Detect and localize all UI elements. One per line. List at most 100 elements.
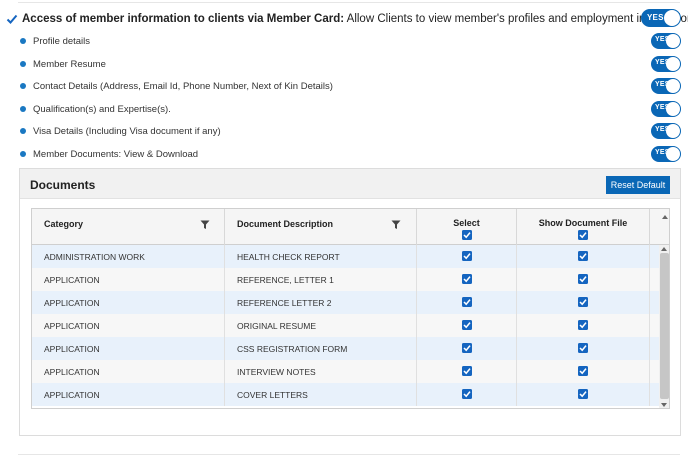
- cell-show-file: [517, 314, 650, 337]
- toggle-member-resume[interactable]: YES: [651, 56, 681, 72]
- table-row[interactable]: APPLICATION COVER LETTERS: [32, 383, 659, 406]
- documents-panel: Documents Reset Default Category Documen…: [19, 168, 681, 436]
- cell-select: [417, 337, 517, 360]
- column-header-label: Select: [453, 218, 480, 228]
- table-row[interactable]: APPLICATION REFERENCE, LETTER 1: [32, 268, 659, 291]
- cell-description: HEALTH CHECK REPORT: [225, 245, 417, 268]
- setting-label: Qualification(s) and Expertise(s).: [33, 103, 171, 115]
- scroll-up-icon[interactable]: [662, 215, 668, 219]
- select-checkbox[interactable]: [461, 251, 472, 261]
- checkmark-icon: [6, 12, 18, 26]
- cell-select: [417, 360, 517, 383]
- cell-description: REFERENCE, LETTER 1: [225, 268, 417, 291]
- toggle-member-documents[interactable]: YES: [651, 146, 681, 162]
- cell-category: APPLICATION: [32, 337, 225, 360]
- setting-label: Profile details: [33, 35, 91, 47]
- column-header-description[interactable]: Document Description: [225, 209, 417, 245]
- bullet-icon: [20, 106, 26, 112]
- documents-grid: Category Document Description Select Sho…: [31, 208, 670, 409]
- bullet-icon: [20, 128, 26, 134]
- description-text: ORIGINAL RESUME: [237, 321, 317, 331]
- table-row[interactable]: APPLICATION CSS REGISTRATION FORM: [32, 337, 659, 360]
- bullet-icon: [20, 151, 26, 157]
- toggle-knob: [666, 102, 680, 116]
- show-file-checkbox[interactable]: [578, 389, 588, 399]
- category-text: APPLICATION: [44, 275, 100, 285]
- cell-select: [417, 314, 517, 337]
- toggle-qualifications[interactable]: YES: [651, 101, 681, 117]
- table-row[interactable]: APPLICATION INTERVIEW NOTES: [32, 360, 659, 383]
- cell-description: COVER LETTERS: [225, 383, 417, 406]
- column-header-label: Show Document File: [538, 218, 628, 228]
- category-text: APPLICATION: [44, 390, 100, 400]
- toggle-knob: [664, 10, 680, 26]
- show-file-all-checkbox[interactable]: [578, 230, 588, 240]
- bullet-icon: [20, 83, 26, 89]
- select-checkbox[interactable]: [461, 343, 472, 353]
- description-text: REFERENCE, LETTER 1: [237, 275, 334, 285]
- select-checkbox[interactable]: [461, 389, 472, 399]
- select-all-checkbox[interactable]: [461, 230, 472, 240]
- select-checkbox[interactable]: [461, 366, 472, 376]
- member-card-access-toggle[interactable]: YES: [641, 9, 681, 27]
- category-text: APPLICATION: [44, 344, 100, 354]
- column-header-show-file: Show Document File: [517, 209, 650, 245]
- select-checkbox[interactable]: [461, 320, 472, 330]
- description-text: HEALTH CHECK REPORT: [237, 252, 340, 262]
- category-text: ADMINISTRATION WORK: [44, 252, 145, 262]
- table-row[interactable]: ADMINISTRATION WORK HEALTH CHECK REPORT: [32, 245, 659, 268]
- column-header-label: Document Description: [237, 219, 334, 229]
- toggle-knob: [666, 124, 680, 138]
- table-row[interactable]: APPLICATION ORIGINAL RESUME: [32, 314, 659, 337]
- column-header-category[interactable]: Category: [32, 209, 225, 245]
- cell-category: ADMINISTRATION WORK: [32, 245, 225, 268]
- select-checkbox[interactable]: [461, 297, 472, 307]
- documents-title: Documents: [30, 178, 96, 192]
- show-file-checkbox[interactable]: [578, 251, 588, 261]
- show-file-checkbox[interactable]: [578, 274, 588, 284]
- column-header-label: Category: [44, 219, 84, 229]
- show-file-checkbox[interactable]: [578, 297, 588, 307]
- toggle-knob: [666, 34, 680, 48]
- bottom-divider: [18, 454, 680, 455]
- show-file-checkbox[interactable]: [578, 366, 588, 376]
- cell-description: ORIGINAL RESUME: [225, 314, 417, 337]
- description-text: REFERENCE LETTER 2: [237, 298, 332, 308]
- setting-contact-details: Contact Details (Address, Email Id, Phon…: [20, 79, 333, 93]
- description-text: COVER LETTERS: [237, 390, 308, 400]
- setting-label: Visa Details (Including Visa document if…: [33, 125, 221, 137]
- cell-category: APPLICATION: [32, 383, 225, 406]
- grid-header: Category Document Description Select Sho…: [32, 209, 659, 245]
- cell-show-file: [517, 245, 650, 268]
- select-checkbox[interactable]: [461, 274, 472, 284]
- top-divider: [18, 2, 680, 3]
- scrollbar-thumb[interactable]: [660, 253, 669, 399]
- setting-member-documents: Member Documents: View & Download: [20, 147, 198, 161]
- filter-icon[interactable]: [200, 220, 210, 230]
- member-card-access-setting: Access of member information to clients …: [6, 10, 688, 28]
- filter-icon[interactable]: [391, 220, 401, 230]
- toggle-knob: [666, 57, 680, 71]
- bullet-icon: [20, 61, 26, 67]
- toggle-knob: [666, 79, 680, 93]
- table-row[interactable]: APPLICATION REFERENCE LETTER 2: [32, 291, 659, 314]
- cell-description: INTERVIEW NOTES: [225, 360, 417, 383]
- reset-default-button[interactable]: Reset Default: [606, 176, 670, 194]
- cell-category: APPLICATION: [32, 360, 225, 383]
- toggle-profile-details[interactable]: YES: [651, 33, 681, 49]
- scroll-down-icon[interactable]: [661, 403, 667, 407]
- setting-label: Contact Details (Address, Email Id, Phon…: [33, 80, 333, 92]
- cell-show-file: [517, 291, 650, 314]
- cell-show-file: [517, 337, 650, 360]
- scroll-up-icon[interactable]: [661, 247, 667, 251]
- show-file-checkbox[interactable]: [578, 343, 588, 353]
- setting-label: Member Documents: View & Download: [33, 148, 199, 160]
- vertical-scrollbar[interactable]: [659, 245, 669, 408]
- setting-label: Member Resume: [33, 58, 106, 70]
- toggle-visa-details[interactable]: YES: [651, 123, 681, 139]
- cell-description: REFERENCE LETTER 2: [225, 291, 417, 314]
- setting-member-resume: Member Resume: [20, 57, 106, 71]
- show-file-checkbox[interactable]: [578, 320, 588, 330]
- toggle-contact-details[interactable]: YES: [651, 78, 681, 94]
- description-text: CSS REGISTRATION FORM: [237, 344, 348, 354]
